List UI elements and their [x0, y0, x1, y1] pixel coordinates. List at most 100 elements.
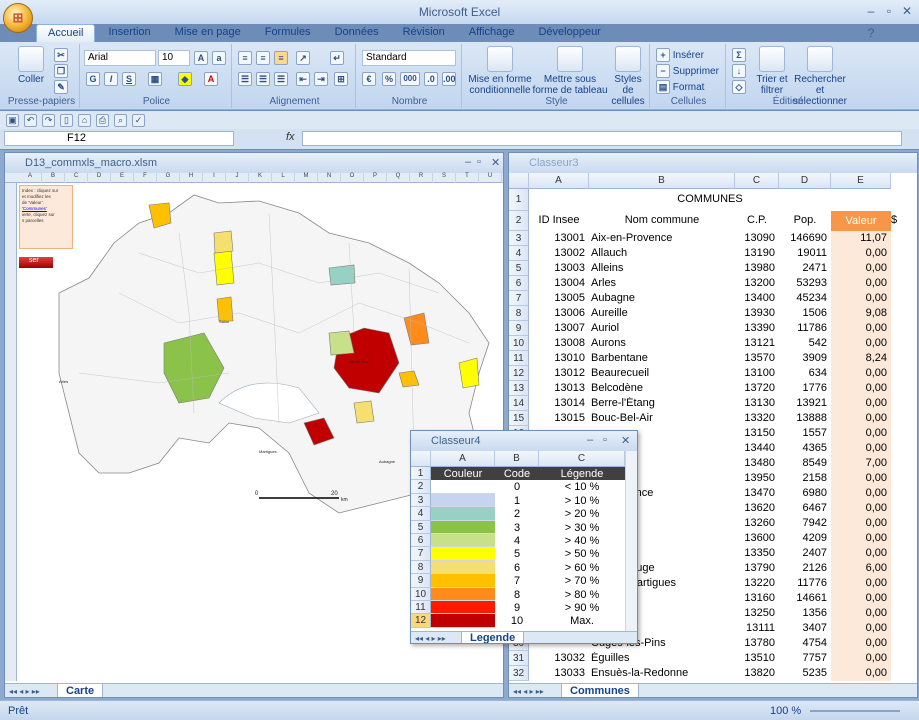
tab-mise-en-page[interactable]: Mise en page	[164, 24, 252, 42]
table-cell[interactable]: 1776	[779, 382, 827, 394]
number-format-select[interactable]: Standard	[362, 50, 456, 66]
table-cell[interactable]: 13400	[735, 292, 775, 304]
table-cell[interactable]: 7757	[779, 652, 827, 664]
table-cell[interactable]: 13260	[735, 517, 775, 529]
table-cell[interactable]: 8,24	[831, 352, 887, 364]
legend-label[interactable]: > 30 %	[539, 522, 625, 534]
sheet-nav-icon[interactable]: ◂◂ ◂ ▸ ▸▸	[9, 687, 40, 696]
print-icon[interactable]: ⎙	[96, 113, 109, 127]
table-cell[interactable]: 0,00	[831, 247, 887, 259]
table-cell[interactable]: 13010	[529, 352, 585, 364]
select-all-corner[interactable]	[411, 451, 431, 467]
table-cell[interactable]: 13007	[529, 322, 585, 334]
table-cell[interactable]: 13001	[529, 232, 585, 244]
table-cell[interactable]: 0,00	[831, 397, 887, 409]
clear-icon[interactable]: ◇	[732, 80, 746, 94]
table-cell[interactable]: 1356	[779, 607, 827, 619]
table-cell[interactable]: Aurons	[589, 337, 731, 349]
table-cell[interactable]: 13510	[735, 652, 775, 664]
table-cell[interactable]: 4365	[779, 442, 827, 454]
row-header[interactable]: 2	[411, 480, 431, 494]
sheet-nav-icon[interactable]: ◂◂ ◂ ▸ ▸▸	[415, 634, 446, 643]
table-cell[interactable]: 13930	[735, 307, 775, 319]
legend-label[interactable]: Max.	[539, 615, 625, 627]
row-header[interactable]: 10	[509, 336, 529, 351]
table-cell[interactable]: 7942	[779, 517, 827, 529]
table-cell[interactable]: 13440	[735, 442, 775, 454]
bold-button[interactable]: G	[86, 72, 100, 86]
zoom-slider[interactable]	[810, 710, 900, 712]
sheet-tab-communes[interactable]: Communes	[561, 684, 639, 697]
table-cell[interactable]: Aix-en-Provence	[589, 232, 731, 244]
new-icon[interactable]: ▯	[60, 113, 73, 127]
table-cell[interactable]: 11,07	[831, 232, 887, 244]
table-cell[interactable]: Éguilles	[589, 652, 731, 664]
row-header[interactable]: 7	[411, 547, 431, 561]
align-right-icon[interactable]: ☰	[274, 72, 288, 86]
table-cell[interactable]: 542	[779, 337, 827, 349]
legend-label[interactable]: > 60 %	[539, 562, 625, 574]
table-cell[interactable]: 13220	[735, 577, 775, 589]
table-cell[interactable]: 13130	[735, 397, 775, 409]
office-button[interactable]: ⊞	[3, 3, 33, 33]
table-cell[interactable]: Ensuès-la-Redonne	[589, 667, 731, 679]
table-cell[interactable]: 13480	[735, 457, 775, 469]
legend-color-swatch[interactable]	[431, 614, 495, 628]
row-header[interactable]: 7	[509, 291, 529, 306]
tab-formules[interactable]: Formules	[254, 24, 322, 42]
legend-code[interactable]: 10	[495, 615, 539, 627]
align-middle-icon[interactable]: ≡	[256, 51, 270, 65]
table-cell[interactable]: 0,00	[831, 277, 887, 289]
table-cell[interactable]: 13888	[779, 412, 827, 424]
column-header[interactable]: C	[735, 173, 779, 189]
table-cell[interactable]: Barbentane	[589, 352, 731, 364]
row-header[interactable]: 2	[509, 211, 529, 231]
table-cell[interactable]: Aureille	[589, 307, 731, 319]
table-cell[interactable]: 2471	[779, 262, 827, 274]
increase-indent-icon[interactable]: ⇥	[314, 72, 328, 86]
tab-developpeur[interactable]: Développeur	[527, 24, 611, 42]
close-icon[interactable]: ✕	[898, 4, 916, 18]
row-header[interactable]: 12	[509, 366, 529, 381]
table-cell[interactable]: Belcodène	[589, 382, 731, 394]
table-cell[interactable]: 0,00	[831, 382, 887, 394]
redo-icon[interactable]: ↷	[42, 113, 55, 127]
fill-color-icon[interactable]: ◆	[178, 72, 192, 86]
table-cell[interactable]: 13780	[735, 637, 775, 649]
fill-icon[interactable]: ↓	[732, 64, 746, 78]
row-header[interactable]: 3	[411, 493, 431, 508]
legend-color-swatch[interactable]	[431, 560, 495, 575]
legend-color-swatch[interactable]	[431, 587, 495, 601]
sheet-tab-carte[interactable]: Carte	[57, 684, 104, 697]
table-cell[interactable]: 13033	[529, 667, 585, 679]
legend-code[interactable]: 8	[495, 589, 539, 601]
table-cell[interactable]: 13090	[735, 232, 775, 244]
column-header[interactable]: A	[529, 173, 589, 189]
sheet-tab-legende[interactable]: Legende	[461, 632, 525, 643]
row-header[interactable]: 11	[411, 601, 431, 615]
underline-button[interactable]: S	[122, 72, 136, 86]
table-cell[interactable]: 13921	[779, 397, 827, 409]
row-header[interactable]: 6	[411, 534, 431, 548]
table-cell[interactable]: 0,00	[831, 652, 887, 664]
legend-scrollbar[interactable]	[625, 451, 637, 631]
cut-icon[interactable]: ✂	[54, 48, 68, 62]
row-header[interactable]: 1	[411, 467, 431, 481]
legend-code[interactable]: 0	[495, 481, 539, 493]
row-header[interactable]: 11	[509, 351, 529, 366]
region-yellow-east[interactable]	[458, 357, 480, 389]
table-cell[interactable]: 13200	[735, 277, 775, 289]
tab-affichage[interactable]: Affichage	[458, 24, 526, 42]
table-cell[interactable]: 13350	[735, 547, 775, 559]
table-cell[interactable]: 13012	[529, 367, 585, 379]
legend-color-swatch[interactable]	[431, 507, 495, 521]
conditional-format-button[interactable]: Mise en forme conditionnelle	[468, 46, 532, 96]
map-minimize-icon[interactable]: –	[465, 156, 471, 168]
table-cell[interactable]: 13032	[529, 652, 585, 664]
legend-label[interactable]: > 50 %	[539, 548, 625, 560]
currency-icon[interactable]: €	[362, 72, 376, 86]
table-cell[interactable]: 0,00	[831, 502, 887, 514]
table-cell[interactable]: 13570	[735, 352, 775, 364]
table-cell[interactable]: 13620	[735, 502, 775, 514]
decrease-indent-icon[interactable]: ⇤	[296, 72, 310, 86]
